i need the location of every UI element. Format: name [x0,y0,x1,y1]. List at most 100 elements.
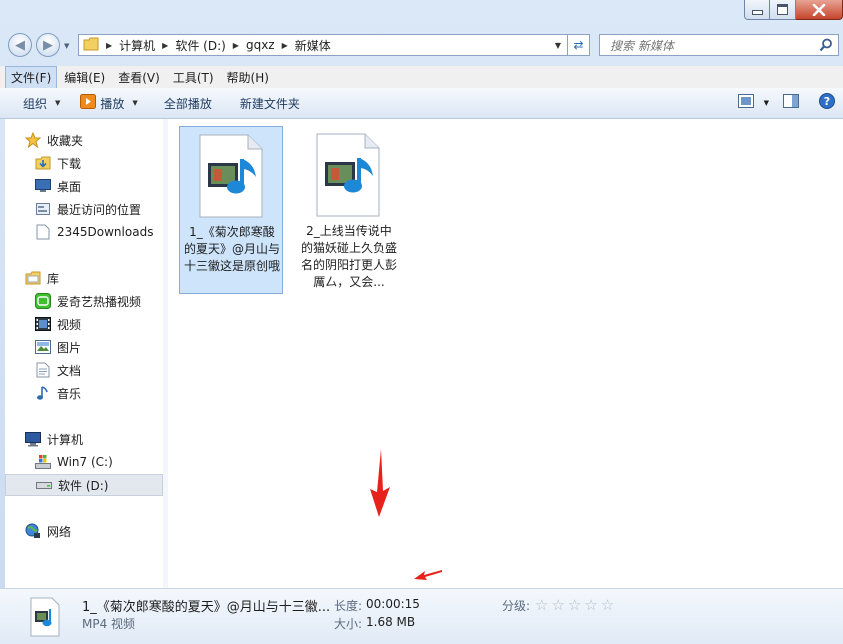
nav-iqiyi[interactable]: 爱奇艺热播视频 [35,290,163,312]
nav-label: 音乐 [57,386,82,401]
breadcrumb-separator[interactable]: ▶ [106,41,112,50]
back-arrow-icon: ◀ [15,37,25,53]
video-file-icon [30,597,60,640]
nav-label: 视频 [57,317,82,332]
documents-icon [35,362,51,378]
system-drive-icon [35,454,51,470]
details-size-value: 1.68 MB [366,615,416,629]
file-item[interactable]: 2_上线当传说中的猫妖碰上久负盛名的阴阳打更人彭厲厶，又会... [297,126,401,294]
breadcrumb-separator[interactable]: ▶ [282,41,288,50]
refresh-icon: ⇄ [573,38,584,52]
annotation-arrow-left [414,570,442,580]
nav-label: 2345Downloads [57,225,154,239]
computer-icon [25,431,41,447]
star-icon[interactable]: ☆ [551,596,564,614]
nav-label: 文档 [57,363,82,378]
video-file-icon [198,133,264,222]
play-all-button[interactable]: 全部播放 [148,88,222,118]
menu-bar: 文件(F) 编辑(E) 查看(V) 工具(T) 帮助(H) [0,65,843,89]
forward-button[interactable]: ▶ [36,33,60,57]
nav-label: 最近访问的位置 [57,202,142,217]
details-length-value[interactable]: 00:00:15 [366,597,420,611]
star-icon [25,132,41,148]
menu-help[interactable]: 帮助(H) [221,66,275,89]
folder-icon [83,37,99,54]
breadcrumb-current-folder[interactable]: 新媒体 [295,35,331,55]
organize-button[interactable]: 组织 ▼ [0,88,70,118]
minimize-button[interactable] [744,0,770,20]
nav-label: 软件 (D:) [58,478,109,493]
close-button[interactable] [796,0,843,20]
nav-label: 爱奇艺热播视频 [57,294,142,309]
nav-2345downloads[interactable]: 2345Downloads [35,221,163,243]
nav-label: 收藏夹 [47,133,84,148]
details-file-type: MP4 视频 [82,617,136,631]
nav-label: 库 [47,271,60,286]
help-icon[interactable]: ? [819,93,835,112]
rating-stars[interactable]: ☆ ☆ ☆ ☆ ☆ [535,596,617,614]
nav-videos[interactable]: 视频 [35,313,163,335]
nav-label: 计算机 [47,432,84,447]
nav-documents[interactable]: 文档 [35,359,163,381]
address-bar[interactable]: ▶ 计算机 ▶ 软件 (D:) ▶ gqxz ▶ 新媒体 ▼ [78,34,568,56]
nav-desktop[interactable]: 桌面 [35,175,163,197]
navigation-pane: 收藏夹 下载 桌面 最近访问的位置 2345Downloads 库 爱奇艺热播视… [5,119,164,588]
play-button[interactable]: 播放 ▼ [70,88,147,118]
nav-music[interactable]: 音乐 [35,382,163,404]
desktop-icon [35,178,51,194]
play-label: 播放 [100,96,125,111]
nav-computer[interactable]: 计算机 [25,428,163,450]
command-bar: 组织 ▼ 播放 ▼ 全部播放 新建文件夹 ▼ ? [0,88,843,119]
new-folder-button[interactable]: 新建文件夹 [222,88,310,118]
library-icon [25,270,41,286]
chevron-down-icon: ▼ [55,99,61,107]
star-icon[interactable]: ☆ [584,596,597,614]
star-icon[interactable]: ☆ [601,596,614,614]
preview-pane-icon[interactable] [783,94,799,111]
explorer-window: ◀ ▶ ▼ ▶ 计算机 ▶ 软件 (D:) ▶ gqxz ▶ 新媒体 ▼ ⇄ 搜… [0,0,843,644]
address-dropdown-icon[interactable]: ▼ [555,41,561,50]
video-file-icon [315,132,381,221]
nav-network[interactable]: 网络 [25,520,163,542]
breadcrumb-gqxz[interactable]: gqxz [246,35,275,55]
search-input[interactable] [608,36,812,56]
breadcrumb-separator[interactable]: ▶ [233,41,239,50]
menu-tools[interactable]: 工具(T) [167,66,220,89]
play-all-label: 全部播放 [163,96,212,111]
search-box[interactable] [599,34,839,56]
annotation-arrow-down [370,449,390,517]
new-folder-label: 新建文件夹 [239,96,300,111]
nav-favorites[interactable]: 收藏夹 [25,129,163,151]
back-button[interactable]: ◀ [8,33,32,57]
file-item[interactable]: 1_《菊次郎寒酸的夏天》@月山与十三徽这是原创哦 [179,126,283,294]
nav-pictures[interactable]: 图片 [35,336,163,358]
star-icon[interactable]: ☆ [568,596,581,614]
search-icon[interactable] [819,38,833,55]
drive-icon [36,477,52,493]
view-dropdown-icon[interactable]: ▼ [764,99,769,107]
nav-label: 下载 [57,156,82,171]
menu-view[interactable]: 查看(V) [112,66,166,89]
details-length-label: 长度: [334,599,363,613]
refresh-button[interactable]: ⇄ [568,34,590,56]
star-icon[interactable]: ☆ [535,596,548,614]
nav-drive-c[interactable]: Win7 (C:) [35,451,163,473]
breadcrumb-separator[interactable]: ▶ [162,41,168,50]
change-view-icon[interactable] [737,94,754,111]
maximize-button[interactable] [770,0,796,20]
minimize-icon [751,10,763,15]
iqiyi-icon [35,293,51,309]
nav-recent-places[interactable]: 最近访问的位置 [35,198,163,220]
details-file-name: 1_《菊次郎寒酸的夏天》@月山与十三徽... [82,600,331,615]
video-icon [35,316,51,332]
breadcrumb-computer[interactable]: 计算机 [119,35,155,55]
recent-pages-dropdown[interactable]: ▼ [64,42,69,50]
breadcrumb-drive-d[interactable]: 软件 (D:) [175,35,225,55]
nav-drive-d[interactable]: 软件 (D:) [5,474,163,496]
menu-file[interactable]: 文件(F) [5,65,58,89]
nav-downloads[interactable]: 下载 [35,152,163,174]
menu-edit[interactable]: 编辑(E) [58,66,111,89]
nav-libraries[interactable]: 库 [25,267,163,289]
address-row: ◀ ▶ ▼ ▶ 计算机 ▶ 软件 (D:) ▶ gqxz ▶ 新媒体 ▼ ⇄ [0,30,843,62]
svg-text:?: ? [824,95,830,108]
